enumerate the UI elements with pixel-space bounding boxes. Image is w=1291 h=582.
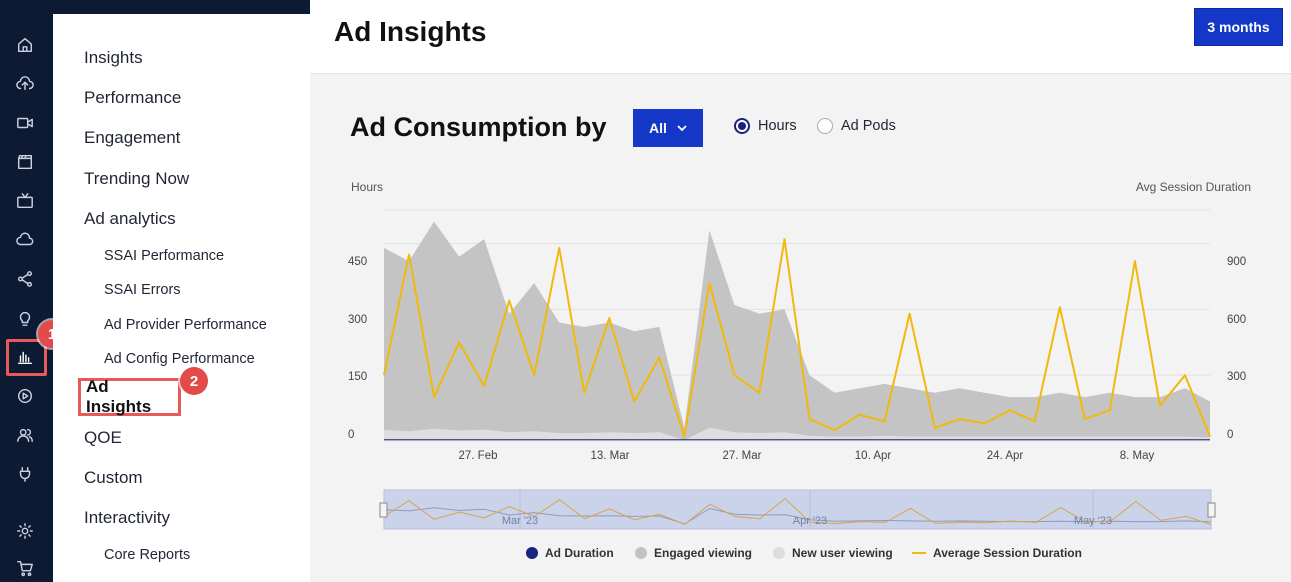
share-icon[interactable] (12, 266, 38, 292)
step-badge-2: 2 (180, 367, 208, 395)
video-icon[interactable] (12, 110, 38, 136)
navigator-label: Mar '23 (501, 515, 539, 527)
nav-item-ad-insights[interactable]: Ad Insights (78, 377, 181, 416)
legend-average-session-duration[interactable]: Average Session Duration (912, 546, 1082, 560)
nav-item-interactivity[interactable]: Interactivity (84, 508, 170, 528)
cart-icon[interactable] (12, 555, 38, 581)
plug-icon[interactable] (12, 461, 38, 487)
page-title: Ad Insights (334, 16, 487, 47)
nav-item-performance[interactable]: Performance (84, 88, 181, 108)
navigator-handle-left[interactable] (379, 502, 388, 518)
nav-item-qoe[interactable]: QOE (84, 428, 122, 448)
legend-swatch (773, 547, 785, 559)
legend-swatch (912, 552, 926, 554)
legend-label: New user viewing (792, 546, 893, 560)
nav-subitem-ssai-errors[interactable]: SSAI Errors (104, 282, 181, 298)
play-circle-icon[interactable] (12, 383, 38, 409)
legend-label: Engaged viewing (654, 546, 753, 560)
page-header: Ad Insights 3 months (310, 0, 1291, 74)
legend-swatch (526, 547, 538, 559)
legend-ad-duration[interactable]: Ad Duration (526, 546, 614, 560)
users-icon[interactable] (12, 422, 38, 448)
legend-engaged-viewing[interactable]: Engaged viewing (635, 546, 752, 560)
app-frame: 1 Insights Performance Engagement Trendi… (0, 0, 1291, 582)
nav-item-custom[interactable]: Custom (84, 468, 143, 488)
chart-panel: Ad Consumption by All Hours Ad Pods Hour… (310, 74, 1291, 582)
legend-label: Ad Duration (545, 546, 614, 560)
clapperboard-icon[interactable] (12, 149, 38, 175)
home-icon[interactable] (12, 32, 38, 58)
ad-consumption-chart[interactable] (310, 74, 1291, 582)
nav-subitem-ad-config-performance[interactable]: Ad Config Performance (104, 351, 255, 367)
nav-item-trending-now[interactable]: Trending Now (84, 169, 189, 189)
navigator-handle-right[interactable] (1207, 502, 1216, 518)
legend-new-user-viewing[interactable]: New user viewing (773, 546, 893, 560)
nav-subitem-core-reports[interactable]: Core Reports (104, 547, 190, 563)
upload-icon[interactable] (12, 71, 38, 97)
icon-rail (0, 0, 53, 582)
cloud-icon[interactable] (12, 227, 38, 253)
nav-item-ad-insights-label: Ad Insights (86, 377, 152, 416)
legend-label: Average Session Duration (933, 546, 1082, 560)
nav-item-insights[interactable]: Insights (84, 48, 143, 68)
navigator-label: May '23 (1073, 515, 1113, 527)
nav-item-engagement[interactable]: Engagement (84, 128, 180, 148)
nav-item-ad-analytics[interactable]: Ad analytics (84, 209, 176, 229)
navigator-label: Apr '23 (792, 515, 828, 527)
date-range-button[interactable]: 3 months (1194, 8, 1283, 46)
legend-swatch (635, 547, 647, 559)
nav-subitem-ssai-performance[interactable]: SSAI Performance (104, 248, 224, 264)
gear-icon[interactable] (12, 518, 38, 544)
tv-icon[interactable] (12, 188, 38, 214)
analytics-highlight (6, 339, 47, 376)
bulb-icon[interactable] (12, 305, 38, 331)
nav-subitem-ad-provider-performance[interactable]: Ad Provider Performance (104, 317, 267, 333)
analytics-nav: Insights Performance Engagement Trending… (53, 14, 310, 582)
